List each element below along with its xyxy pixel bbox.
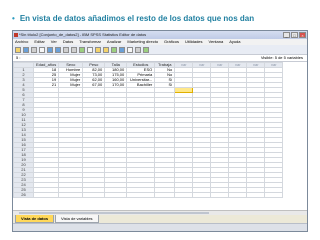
menu-transformar[interactable]: Transformar — [79, 39, 101, 45]
spss-data-editor-window: *Sin título2 [Conjunto_de_datos2] - IBM … — [12, 30, 308, 232]
data-cell[interactable] — [228, 192, 248, 198]
redo-icon[interactable] — [55, 47, 61, 53]
menu-datos[interactable]: Datos — [63, 39, 73, 45]
menu-marketing-directo[interactable]: Marketing directo — [127, 39, 158, 45]
data-cell[interactable] — [246, 192, 266, 198]
menu-archivo[interactable]: Archivo — [15, 39, 28, 45]
menu-ver[interactable]: Ver — [51, 39, 57, 45]
goto-variable-icon[interactable] — [71, 47, 77, 53]
select-cases-icon[interactable] — [127, 47, 133, 53]
window-title: *Sin título2 [Conjunto_de_datos2] - IBM … — [19, 32, 147, 37]
menu-graficos[interactable]: Gráficos — [164, 39, 179, 45]
data-cell[interactable] — [154, 192, 176, 198]
data-cell[interactable] — [192, 192, 212, 198]
data-cell[interactable] — [58, 192, 84, 198]
tab-data-view[interactable]: Vista de datos — [15, 215, 55, 223]
cell-reference: 5 : — [16, 55, 21, 60]
use-variable-sets-icon[interactable] — [143, 47, 149, 53]
table-row: 26 — [13, 192, 284, 198]
data-cell[interactable] — [174, 192, 194, 198]
goto-case-icon[interactable] — [63, 47, 69, 53]
tab-variable-view[interactable]: Vista de variables — [55, 215, 99, 223]
close-button[interactable]: × — [299, 32, 306, 38]
data-table: Edad_años Sexo Peso Talla Estudios Traba… — [13, 62, 284, 198]
dialog-recall-icon[interactable] — [39, 47, 45, 53]
spss-app-icon — [14, 33, 18, 37]
undo-icon[interactable] — [47, 47, 53, 53]
window-controls: _ □ × — [283, 32, 306, 38]
insert-cases-icon[interactable] — [95, 47, 101, 53]
menu-ventana[interactable]: Ventana — [209, 39, 224, 45]
toolbar — [13, 45, 307, 55]
data-cell[interactable] — [82, 192, 106, 198]
row-number[interactable]: 26 — [13, 192, 34, 198]
menu-utilidades[interactable]: Utilidades — [185, 39, 203, 45]
view-tabs: Vista de datos Vista de variables — [13, 215, 307, 223]
window-titlebar: *Sin título2 [Conjunto_de_datos2] - IBM … — [13, 31, 307, 39]
grid-body: 1 18 Hombre 82,00 180,00 ESO No 2 25 Mujer 73,00 17… — [13, 67, 284, 198]
data-cell[interactable] — [32, 192, 60, 198]
menu-analizar[interactable]: Analizar — [107, 39, 121, 45]
data-cell[interactable] — [126, 192, 156, 198]
data-cell[interactable]: Universitar... — [126, 77, 156, 83]
data-grid: Edad_años Sexo Peso Talla Estudios Traba… — [13, 62, 307, 210]
data-cell[interactable] — [210, 192, 230, 198]
print-icon[interactable] — [31, 47, 37, 53]
bullet-icon: • — [12, 14, 15, 23]
value-labels-icon[interactable] — [135, 47, 141, 53]
find-icon[interactable] — [87, 47, 93, 53]
data-cell[interactable] — [264, 192, 284, 198]
insert-variable-icon[interactable] — [103, 47, 109, 53]
data-cell[interactable] — [104, 192, 128, 198]
open-icon[interactable] — [15, 47, 21, 53]
slide-title-text: En vista de datos añadimos el resto de l… — [19, 14, 255, 23]
cell-editor-bar: 5 : Visible: 5 de 5 variables — [13, 55, 307, 62]
weight-cases-icon[interactable] — [119, 47, 125, 53]
split-file-icon[interactable] — [111, 47, 117, 53]
menu-ayuda[interactable]: Ayuda — [229, 39, 240, 45]
variables-icon[interactable] — [79, 47, 85, 53]
status-bar — [13, 223, 307, 231]
column-header[interactable]: Edad_años — [32, 62, 60, 68]
visible-variables-count: Visible: 5 de 5 variables — [260, 55, 303, 60]
menu-editar[interactable]: Editar — [34, 39, 44, 45]
slide-title: • En vista de datos añadimos el resto de … — [12, 14, 312, 23]
maximize-button[interactable]: □ — [291, 32, 298, 38]
minimize-button[interactable]: _ — [283, 32, 290, 38]
scrollbar-thumb[interactable] — [19, 212, 209, 214]
save-icon[interactable] — [23, 47, 29, 53]
